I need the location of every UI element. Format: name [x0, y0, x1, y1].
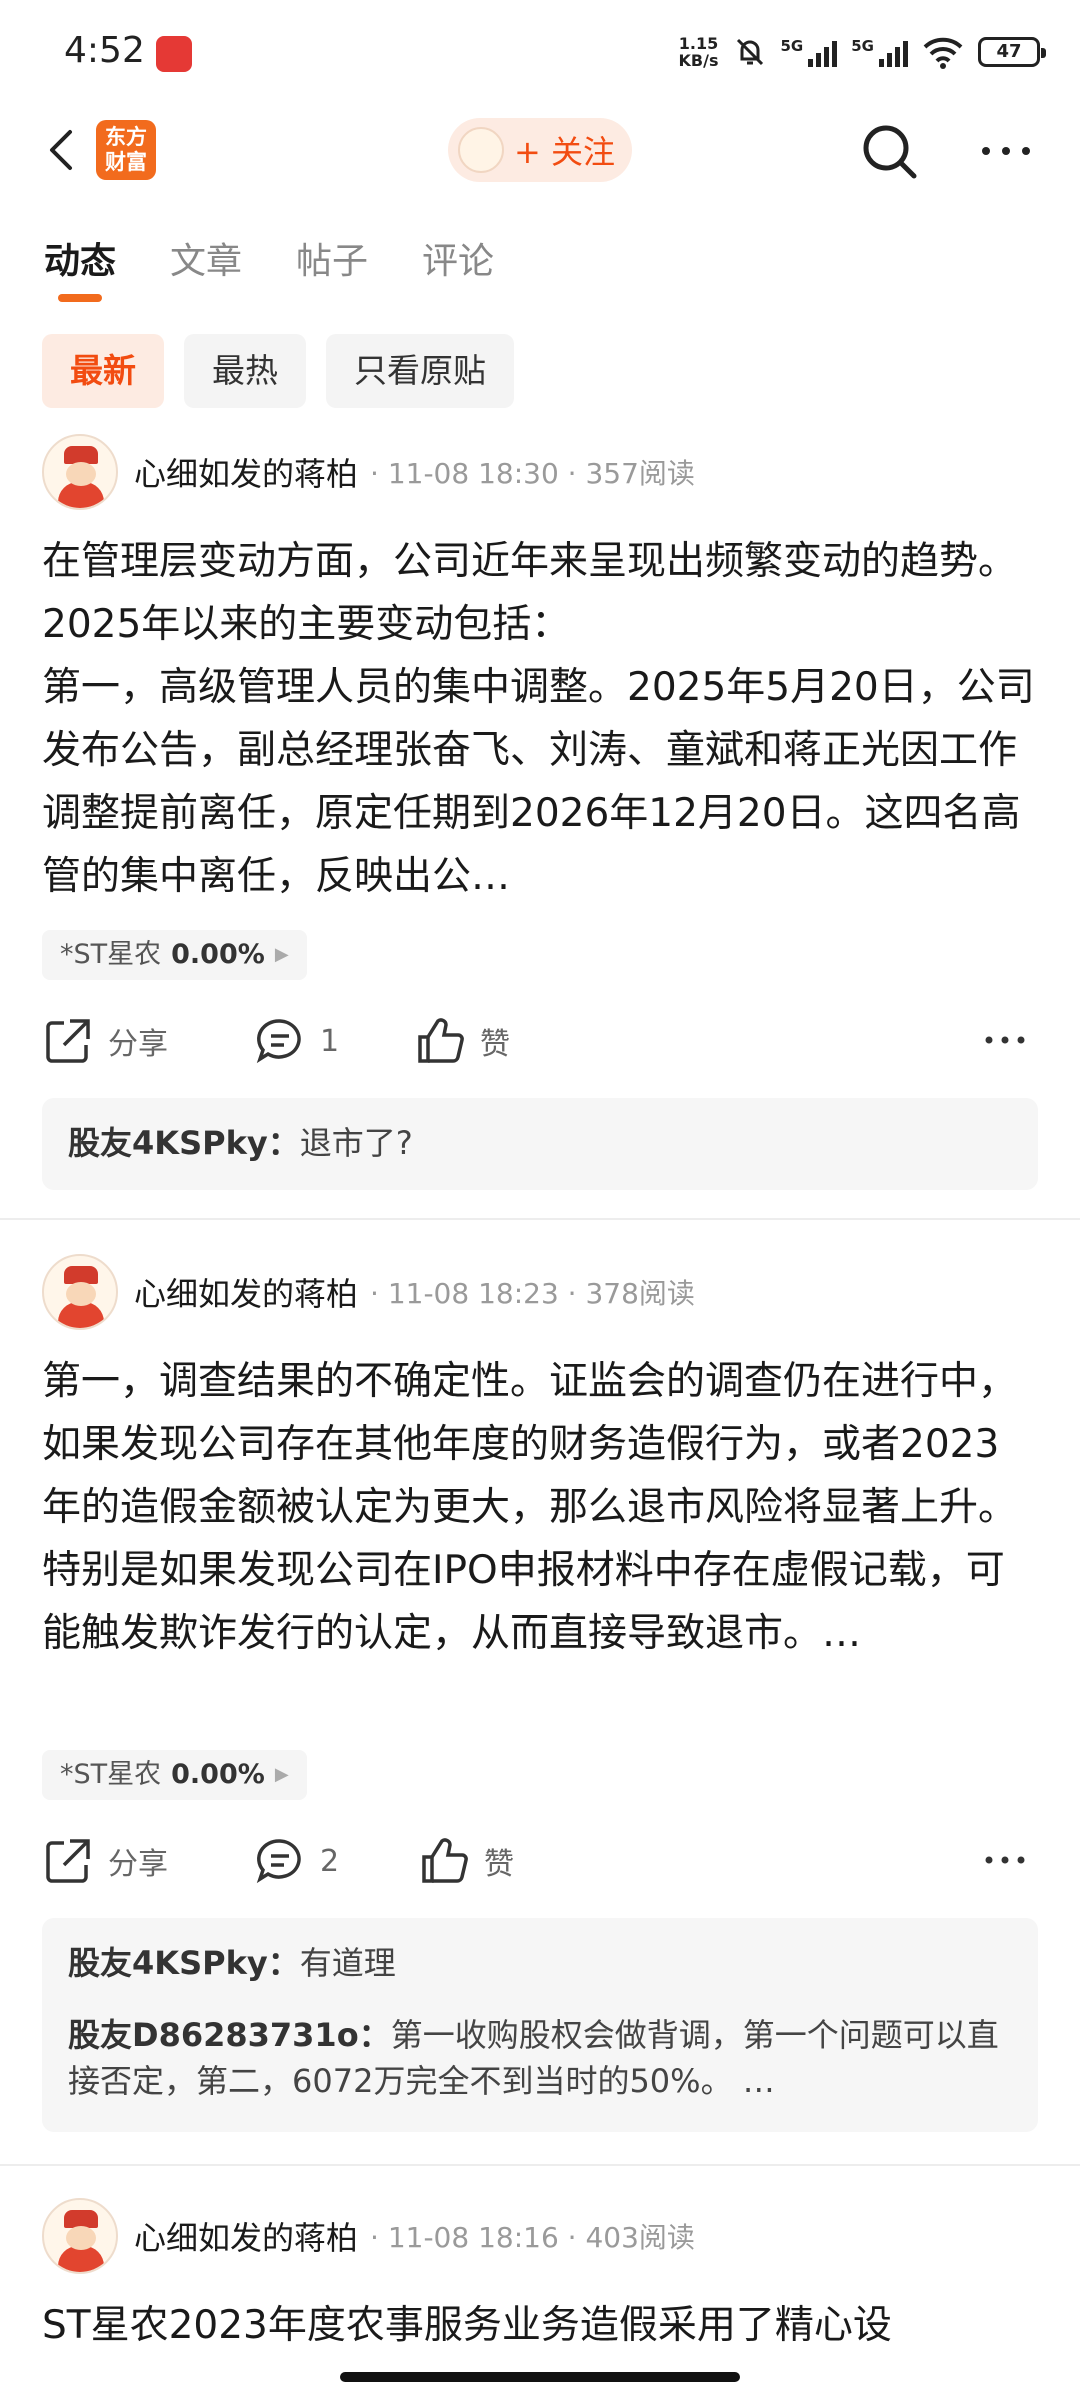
- comment-button[interactable]: 1: [254, 1006, 339, 1076]
- network-speed-unit: KB/s: [678, 51, 719, 70]
- more-options-icon[interactable]: [982, 1020, 1028, 1060]
- logo-line2: 财富: [105, 150, 147, 174]
- thumbs-up-icon: [422, 1838, 468, 1883]
- more-options-icon[interactable]: [982, 1840, 1028, 1880]
- post-meta: · 11-08 18:30 · 357阅读: [370, 457, 695, 490]
- signal-icon: 5G: [851, 37, 908, 67]
- comment-item: 股友4KSPky：有道理: [68, 1940, 1012, 1986]
- chevron-right-icon: ▶: [274, 944, 289, 965]
- comment-item: 股友D86283731o：第一收购股权会做背调，第一个问题可以直接否定，第二，6…: [68, 2012, 1012, 2104]
- tab-label: 帖子: [296, 241, 369, 282]
- stock-tag[interactable]: *ST星农 0.00% ▶: [42, 930, 307, 980]
- filter-chips: 最新 最热 只看原贴: [42, 334, 514, 408]
- post-header: 心细如发的蒋柏 · 11-08 18:23 · 378阅读: [42, 1254, 695, 1330]
- comment-count: 1: [320, 1023, 340, 1059]
- tab-label: 动态: [44, 241, 117, 282]
- author-avatar[interactable]: [42, 1254, 118, 1330]
- tab-posts[interactable]: 帖子: [296, 232, 368, 292]
- search-icon[interactable]: [858, 120, 922, 184]
- content-tabs: 动态 文章 帖子 评论: [44, 232, 494, 302]
- post-divider: [0, 1218, 1080, 1220]
- status-bar: 4:52 1.15 KB/s 5G 5G 47: [0, 0, 1080, 100]
- status-time: 4:52: [64, 30, 145, 71]
- share-icon: [46, 1019, 90, 1063]
- comment-text: 有道理: [299, 1944, 396, 1982]
- post-card: 心细如发的蒋柏 · 11-08 18:30 · 357阅读 在管理层变动方面，公…: [0, 434, 1080, 1210]
- post-meta: · 11-08 18:23 · 378阅读: [370, 1277, 695, 1310]
- tab-comments[interactable]: 评论: [422, 232, 494, 292]
- tab-label: 文章: [170, 241, 243, 282]
- comment-preview[interactable]: 股友4KSPky：退市了?: [42, 1098, 1038, 1190]
- author-name[interactable]: 心细如发的蒋柏: [134, 2213, 358, 2259]
- stock-name: *ST星农: [60, 939, 162, 970]
- follow-label: + 关注: [514, 133, 615, 171]
- filter-latest[interactable]: 最新: [42, 334, 164, 408]
- post-header: 心细如发的蒋柏 · 11-08 18:30 · 357阅读: [42, 434, 695, 510]
- like-label: 赞: [484, 1847, 514, 1882]
- user-avatar-icon: [458, 127, 504, 173]
- wifi-icon: [923, 37, 963, 69]
- follow-button[interactable]: + 关注: [448, 118, 632, 182]
- comment-button[interactable]: 2: [254, 1826, 339, 1896]
- top-nav-bar: 东方 财富 + 关注: [0, 100, 1080, 200]
- post-actions: 分享 1 赞: [42, 1006, 1038, 1076]
- chevron-right-icon: ▶: [274, 1764, 289, 1785]
- post-body[interactable]: 第一，调查结果的不确定性。证监会的调查仍在进行中，如果发现公司存在其他年度的财务…: [42, 1350, 1038, 1728]
- network-speed-value: 1.15: [678, 34, 719, 53]
- app-logo[interactable]: 东方 财富: [96, 120, 156, 180]
- stock-name: *ST星农: [60, 1759, 162, 1790]
- logo-line1: 东方: [105, 125, 147, 149]
- stock-tag[interactable]: *ST星农 0.00% ▶: [42, 1750, 307, 1800]
- share-button[interactable]: 分享: [42, 1826, 168, 1896]
- author-avatar[interactable]: [42, 2198, 118, 2274]
- app-notification-icon: [156, 36, 192, 72]
- tab-label: 评论: [422, 241, 495, 282]
- post-header: 心细如发的蒋柏 · 11-08 18:16 · 403阅读: [42, 2198, 695, 2274]
- post-actions: 分享 2 赞: [42, 1826, 1038, 1896]
- signal-icon: 5G: [781, 37, 838, 67]
- comment-text: 退市了?: [299, 1124, 413, 1162]
- signal2-label: 5G: [851, 37, 874, 55]
- post-divider: [0, 2164, 1080, 2166]
- share-icon: [46, 1839, 90, 1883]
- comment-icon: [256, 1019, 301, 1064]
- home-indicator[interactable]: [340, 2372, 740, 2382]
- author-name[interactable]: 心细如发的蒋柏: [134, 449, 358, 495]
- share-label: 分享: [108, 1847, 168, 1882]
- filter-original-only[interactable]: 只看原贴: [326, 334, 514, 408]
- author-name[interactable]: 心细如发的蒋柏: [134, 1269, 358, 1315]
- stock-change: 0.00%: [171, 939, 265, 970]
- like-label: 赞: [480, 1027, 510, 1062]
- share-button[interactable]: 分享: [42, 1006, 168, 1076]
- share-label: 分享: [108, 1027, 168, 1062]
- network-speed: 1.15 KB/s: [679, 35, 719, 69]
- comment-preview[interactable]: 股友4KSPky：有道理 股友D86283731o：第一收购股权会做背调，第一个…: [42, 1918, 1038, 2132]
- post-card: 心细如发的蒋柏 · 11-08 18:23 · 378阅读 第一，调查结果的不确…: [0, 1254, 1080, 2134]
- signal1-label: 5G: [780, 37, 804, 55]
- comment-count: 2: [320, 1843, 340, 1879]
- filter-hottest[interactable]: 最热: [184, 334, 306, 408]
- post-meta: · 11-08 18:16 · 403阅读: [370, 2221, 695, 2254]
- like-button[interactable]: 赞: [414, 1006, 510, 1076]
- tab-active-indicator: [58, 294, 102, 302]
- post-body[interactable]: 在管理层变动方面，公司近年来呈现出频繁变动的趋势。2025年以来的主要变动包括：…: [42, 530, 1038, 908]
- commenter-name[interactable]: 股友4KSPky：: [68, 1944, 300, 1982]
- comment-icon: [256, 1839, 301, 1884]
- back-arrow-icon[interactable]: [36, 120, 96, 180]
- post-body[interactable]: ST星农2023年度农事服务业务造假采用了精心设: [42, 2294, 1038, 2357]
- tab-articles[interactable]: 文章: [170, 232, 242, 292]
- mute-bell-icon: [736, 38, 763, 66]
- like-button[interactable]: 赞: [418, 1826, 514, 1896]
- author-avatar[interactable]: [42, 434, 118, 510]
- comment-item: 股友4KSPky：退市了?: [68, 1120, 1012, 1166]
- commenter-name[interactable]: 股友D86283731o：: [68, 2016, 391, 2054]
- more-options-icon[interactable]: [976, 126, 1036, 176]
- post-card: 心细如发的蒋柏 · 11-08 18:16 · 403阅读 ST星农2023年度…: [0, 2198, 1080, 2400]
- status-indicators: 1.15 KB/s 5G 5G 47: [679, 30, 1046, 74]
- thumbs-up-icon: [418, 1018, 464, 1063]
- stock-change: 0.00%: [171, 1759, 265, 1790]
- tab-dynamics[interactable]: 动态: [44, 232, 117, 302]
- battery-icon: 47: [978, 37, 1046, 67]
- commenter-name[interactable]: 股友4KSPky：: [68, 1124, 300, 1162]
